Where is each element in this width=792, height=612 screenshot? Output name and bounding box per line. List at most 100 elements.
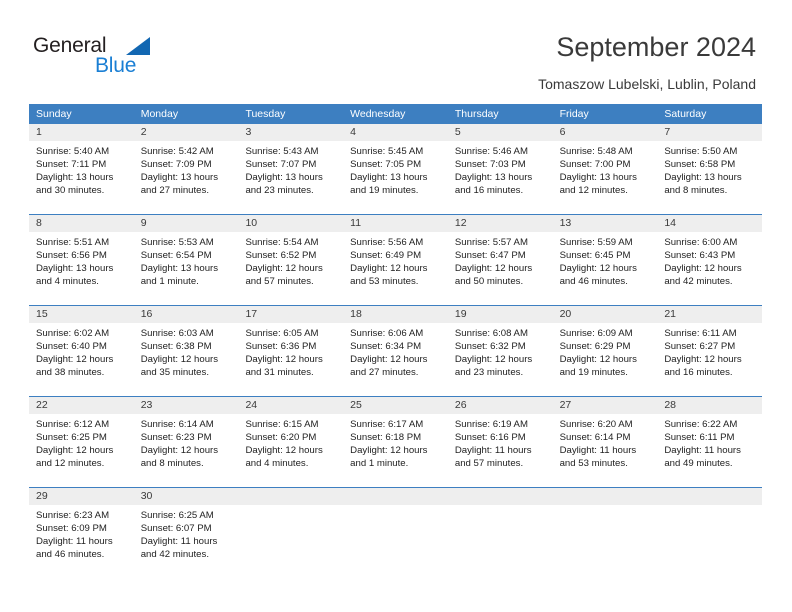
day-details [343,505,448,509]
sunrise-time: Sunrise: 5:40 AM [36,146,110,157]
sunrise-time: Sunrise: 6:25 AM [140,510,214,521]
day-number: 27 [552,397,658,414]
daylight-duration-line2: and 23 minutes. [454,367,524,379]
daylight-duration-line1: Daylight: 13 hours [36,172,114,184]
calendar-week-row: 15 Sunrise: 6:02 AM Sunset: 6:40 PM Dayligh… [29,305,763,394]
calendar-day-cell[interactable]: 20 Sunrise: 6:09 AM Sunset: 6:29 PM Dayligh… [552,306,658,394]
calendar-day-cell[interactable]: 8 Sunrise: 5:51 AM Sunset: 6:56 PM Daylight… [29,215,134,303]
sunset-time: Sunset: 6:38 PM [140,341,212,353]
sunset-time: Sunset: 7:09 PM [140,159,212,171]
daylight-duration-line1: Daylight: 12 hours [454,354,533,366]
day-details [553,505,658,509]
sunrise-time: Sunrise: 6:06 AM [350,328,424,339]
daylight-duration-line1: Daylight: 11 hours [140,536,218,548]
day-number: 30 [133,488,239,505]
sunrise-time: Sunrise: 5:57 AM [454,237,528,248]
calendar-day-cell[interactable]: 29 Sunrise: 6:23 AM Sunset: 6:09 PM Dayligh… [29,488,134,576]
day-details: Sunrise: 6:12 AM Sunset: 6:25 PM Daylight:… [29,414,134,470]
daylight-duration-line2: and 19 minutes. [350,185,419,197]
calendar-week-row: 8 Sunrise: 5:51 AM Sunset: 6:56 PM Daylight… [29,214,763,303]
day-header-sunday: Sunday [36,108,72,120]
day-details: Sunrise: 6:14 AM Sunset: 6:23 PM Daylight:… [134,414,239,470]
sunrise-time: Sunrise: 6:08 AM [454,328,528,339]
sunset-time: Sunset: 7:00 PM [559,159,631,171]
calendar-day-cell[interactable]: 27 Sunrise: 6:20 AM Sunset: 6:14 PM Dayligh… [552,397,658,485]
calendar-day-cell[interactable]: 15 Sunrise: 6:02 AM Sunset: 6:40 PM Dayligh… [29,306,134,394]
calendar-day-cell[interactable]: 21 Sunrise: 6:11 AM Sunset: 6:27 PM Dayligh… [657,306,763,394]
calendar-day-cell[interactable]: 11 Sunrise: 5:56 AM Sunset: 6:49 PM Dayligh… [343,215,448,303]
calendar-day-cell[interactable]: 24 Sunrise: 6:15 AM Sunset: 6:20 PM Dayligh… [238,397,344,485]
day-details: Sunrise: 6:02 AM Sunset: 6:40 PM Daylight:… [29,323,134,379]
daylight-duration-line2: and 35 minutes. [140,367,209,379]
sunrise-time: Sunrise: 5:46 AM [454,146,528,157]
day-number: 8 [29,215,134,232]
day-number: 7 [657,124,763,141]
calendar-day-cell[interactable]: 5 Sunrise: 5:46 AM Sunset: 7:03 PM Daylight… [447,124,553,212]
sunset-time: Sunset: 6:11 PM [664,432,735,444]
calendar-day-cell[interactable]: 16 Sunrise: 6:03 AM Sunset: 6:38 PM Dayligh… [133,306,239,394]
calendar-day-cell[interactable]: 3 Sunrise: 5:43 AM Sunset: 7:07 PM Daylight… [238,124,344,212]
calendar-day-cell[interactable]: 2 Sunrise: 5:42 AM Sunset: 7:09 PM Daylight… [133,124,239,212]
day-number: 5 [447,124,553,141]
daylight-duration-line2: and 42 minutes. [140,549,209,561]
daylight-duration-line2: and 27 minutes. [140,185,209,197]
daylight-duration-line1: Daylight: 13 hours [559,172,637,184]
day-header-friday: Friday [559,108,589,120]
day-details: Sunrise: 5:59 AM Sunset: 6:45 PM Daylight:… [553,232,658,288]
calendar-week-cells: 29 Sunrise: 6:23 AM Sunset: 6:09 PM Dayligh… [29,488,763,576]
calendar-day-cell[interactable]: 12 Sunrise: 5:57 AM Sunset: 6:47 PM Dayligh… [447,215,553,303]
calendar-week-cells: 1 Sunrise: 5:40 AM Sunset: 7:11 PM Daylight… [29,124,763,212]
calendar-day-cell[interactable]: 9 Sunrise: 5:53 AM Sunset: 6:54 PM Daylight… [133,215,239,303]
day-number: 3 [238,124,344,141]
daylight-duration-line2: and 8 minutes. [664,185,728,197]
day-details: Sunrise: 6:23 AM Sunset: 6:09 PM Daylight:… [29,505,134,561]
calendar-week-row: 22 Sunrise: 6:12 AM Sunset: 6:25 PM Dayligh… [29,396,763,485]
day-header-wednesday: Wednesday [350,108,406,120]
daylight-duration-line2: and 4 minutes. [245,458,309,470]
calendar-day-cell[interactable]: 13 Sunrise: 5:59 AM Sunset: 6:45 PM Dayligh… [552,215,658,303]
day-header-tuesday: Tuesday [245,108,286,120]
day-header-thursday: Thursday [454,108,499,120]
day-details: Sunrise: 6:03 AM Sunset: 6:38 PM Daylight:… [134,323,239,379]
calendar-day-cell[interactable]: 23 Sunrise: 6:14 AM Sunset: 6:23 PM Dayligh… [133,397,239,485]
sunset-time: Sunset: 6:56 PM [36,250,107,262]
calendar-day-cell[interactable]: 30 Sunrise: 6:25 AM Sunset: 6:07 PM Dayligh… [133,488,239,576]
sunset-time: Sunset: 7:03 PM [454,159,526,171]
calendar-page: General Blue September 2024 Tomaszow Lub… [0,0,792,612]
daylight-duration-line2: and 46 minutes. [36,549,105,561]
calendar-day-cell[interactable]: 1 Sunrise: 5:40 AM Sunset: 7:11 PM Daylight… [29,124,134,212]
calendar-day-cell[interactable]: 6 Sunrise: 5:48 AM Sunset: 7:00 PM Daylight… [552,124,658,212]
calendar-day-cell[interactable]: 7 Sunrise: 5:50 AM Sunset: 6:58 PM Daylight… [657,124,763,212]
sunset-time: Sunset: 6:14 PM [559,432,631,444]
page-header: General Blue September 2024 Tomaszow Lub… [0,0,792,100]
calendar-day-cell[interactable]: 4 Sunrise: 5:45 AM Sunset: 7:05 PM Daylight… [343,124,448,212]
calendar-day-cell[interactable]: 26 Sunrise: 6:19 AM Sunset: 6:16 PM Dayligh… [447,397,553,485]
calendar-day-cell[interactable]: 10 Sunrise: 5:54 AM Sunset: 6:52 PM Dayligh… [238,215,344,303]
sunset-time: Sunset: 6:40 PM [36,341,107,353]
calendar-day-cell[interactable]: 25 Sunrise: 6:17 AM Sunset: 6:18 PM Dayligh… [343,397,448,485]
calendar-day-cell[interactable]: 14 Sunrise: 6:00 AM Sunset: 6:43 PM Dayligh… [657,215,763,303]
sunset-time: Sunset: 6:36 PM [245,341,317,353]
daylight-duration-line2: and 1 minute. [350,458,409,470]
day-header-saturday: Saturday [664,108,707,120]
day-details: Sunrise: 6:15 AM Sunset: 6:20 PM Daylight:… [238,414,343,470]
calendar-day-cell[interactable]: 18 Sunrise: 6:06 AM Sunset: 6:34 PM Dayligh… [343,306,448,394]
sunrise-time: Sunrise: 5:48 AM [559,146,633,157]
daylight-duration-line1: Daylight: 12 hours [140,354,219,366]
daylight-duration-line2: and 49 minutes. [664,458,733,470]
day-number [238,488,344,505]
calendar-day-cell[interactable]: 19 Sunrise: 6:08 AM Sunset: 6:32 PM Dayligh… [447,306,553,394]
sunrise-time: Sunrise: 5:43 AM [245,146,319,157]
daylight-duration-line1: Daylight: 13 hours [245,172,323,184]
calendar-week-cells: 22 Sunrise: 6:12 AM Sunset: 6:25 PM Dayligh… [29,397,763,485]
sunset-time: Sunset: 6:52 PM [245,250,317,262]
sunset-time: Sunset: 6:18 PM [350,432,422,444]
calendar-day-cell[interactable]: 22 Sunrise: 6:12 AM Sunset: 6:25 PM Dayligh… [29,397,134,485]
sunrise-time: Sunrise: 6:20 AM [559,419,633,430]
calendar-day-cell[interactable]: 28 Sunrise: 6:22 AM Sunset: 6:11 PM Dayligh… [657,397,763,485]
day-number: 9 [133,215,239,232]
sunset-time: Sunset: 6:43 PM [664,250,736,262]
day-number: 6 [552,124,658,141]
brand-logo[interactable]: General Blue [33,34,213,84]
calendar-day-cell[interactable]: 17 Sunrise: 6:05 AM Sunset: 6:36 PM Dayligh… [238,306,344,394]
